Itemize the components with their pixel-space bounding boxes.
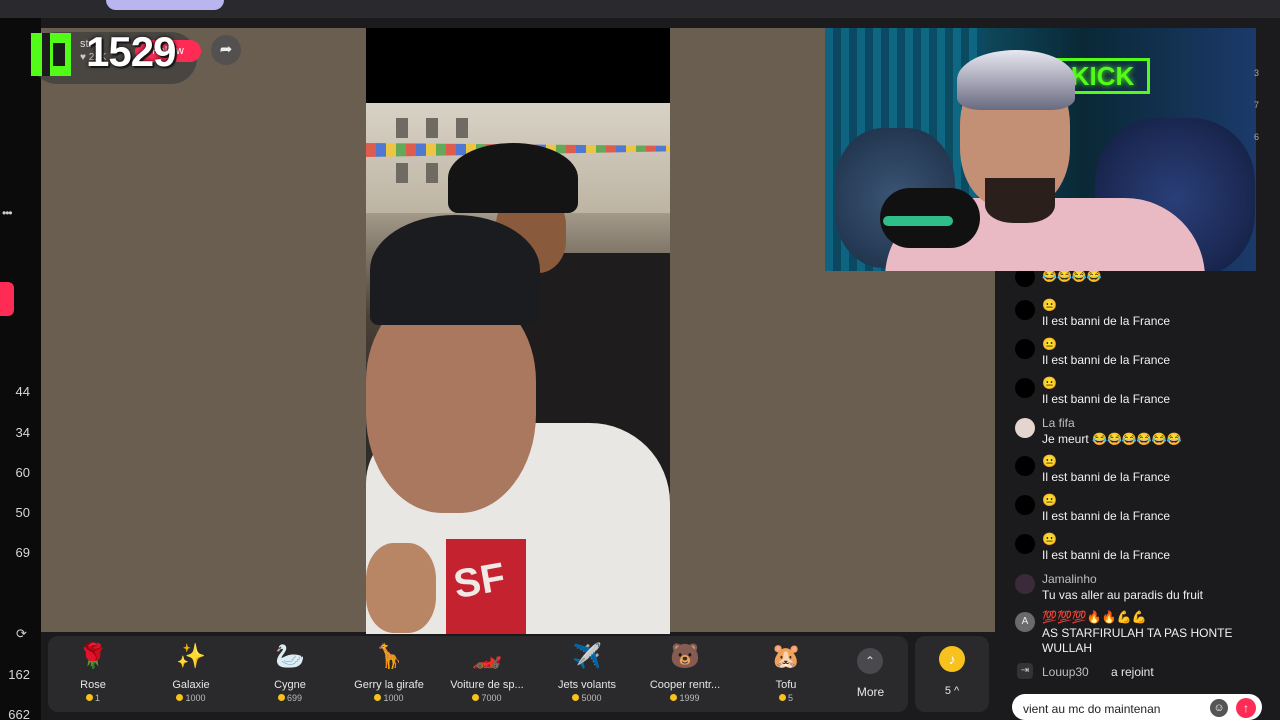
active-browser-tab[interactable] <box>106 0 224 10</box>
join-icon: ⇥ <box>1017 663 1033 679</box>
jets-gift-icon: ✈️ <box>572 643 602 670</box>
send-icon[interactable]: ↑ <box>1236 698 1256 718</box>
live-indicator-tab[interactable] <box>0 282 14 316</box>
emoji-icon[interactable]: ☺ <box>1210 699 1228 717</box>
cooper-gift-icon: 🐻 <box>670 643 700 670</box>
coin-balance: 5 ^ <box>944 685 960 697</box>
chat-panel: 😂😂😂😂 😐 Il est banni de la France 😐 Il es… <box>1005 271 1267 691</box>
refresh-icon[interactable]: ⟳ <box>16 626 27 642</box>
gift-voiture-de-sport[interactable]: 🏎️ Voiture de sp... 7000 <box>442 636 532 712</box>
join-username[interactable]: Louup30 <box>1042 665 1089 679</box>
chat-avatar[interactable] <box>1015 339 1035 359</box>
chat-avatar[interactable] <box>1015 534 1035 554</box>
rail-number: 662 <box>8 707 30 720</box>
share-icon[interactable]: ➦ <box>211 35 241 65</box>
gift-tofu[interactable]: 🐹 Tofu 5 <box>741 636 831 712</box>
rail-number: 69 <box>15 545 30 560</box>
giraffe-gift-icon: 🦒 <box>374 643 404 670</box>
chat-input[interactable]: vient au mc do maintenan ☺ ↑ <box>1012 694 1262 720</box>
rail-number: 50 <box>15 505 30 520</box>
stream-video[interactable]: SF <box>366 28 670 634</box>
rail-number: 162 <box>8 667 30 682</box>
chat-avatar[interactable] <box>1015 456 1035 476</box>
gift-rose[interactable]: 🌹 Rose 1 <box>48 636 138 712</box>
chevron-up-icon: ⌃ <box>857 648 883 674</box>
gift-gerry-la-girafe[interactable]: 🦒 Gerry la girafe 1000 <box>344 636 434 712</box>
gift-cygne[interactable]: 🦢 Cygne 699 <box>245 636 335 712</box>
chat-input-value: vient au mc do maintenan <box>1023 702 1161 716</box>
more-gifts-button[interactable]: ⌃ More <box>843 636 903 712</box>
gift-jets-volants[interactable]: ✈️ Jets volants 5000 <box>542 636 632 712</box>
rail-number: 44 <box>15 384 30 399</box>
galaxy-gift-icon: ✨ <box>176 643 206 670</box>
rail-number: 34 <box>15 425 30 440</box>
video-frame: SF <box>366 103 670 634</box>
left-rail: ••• 44 34 60 50 69 ⟳ 162 662 <box>0 18 41 720</box>
browser-top-strip <box>0 0 1280 18</box>
chat-avatar[interactable] <box>1015 418 1035 438</box>
gift-bar: 🌹 Rose 1 ✨ Galaxie 1000 🦢 Cygne 699 🦒 Ge… <box>48 636 908 712</box>
tiktok-coin-icon: ♪ <box>939 646 965 672</box>
kick-logo-icon <box>31 33 71 76</box>
more-options-icon[interactable]: ••• <box>2 206 13 220</box>
black-cap <box>370 215 540 325</box>
join-text: a rejoint <box>1111 665 1154 679</box>
chat-avatar[interactable] <box>1015 378 1035 398</box>
sports-car-gift-icon: 🏎️ <box>472 643 502 670</box>
rose-gift-icon: 🌹 <box>78 643 108 670</box>
gift-cooper[interactable]: 🐻 Cooper rentr... 1999 <box>640 636 730 712</box>
swan-gift-icon: 🦢 <box>275 643 305 670</box>
chat-avatar[interactable] <box>1015 495 1035 515</box>
chat-avatar[interactable] <box>1015 574 1035 594</box>
black-hat <box>448 143 578 213</box>
webcam-overlay: KICK <box>825 28 1256 271</box>
tofu-gift-icon: 🐹 <box>771 643 801 670</box>
viewer-count: 1529 <box>86 28 176 75</box>
join-notification: ⇥ Louup30 a rejoint <box>1005 660 1267 684</box>
coin-balance-button[interactable]: ♪ 5 ^ <box>915 636 989 712</box>
right-edge-numbers: 3 7 6 <box>1254 68 1260 142</box>
gift-galaxie[interactable]: ✨ Galaxie 1000 <box>146 636 236 712</box>
app-root: ••• 44 34 60 50 69 ⟳ 162 662 SF st...0 ♥… <box>0 0 1280 720</box>
chat-avatar[interactable] <box>1015 271 1035 287</box>
rail-number: 60 <box>15 465 30 480</box>
chat-avatar[interactable] <box>1015 300 1035 320</box>
chat-avatar[interactable]: A <box>1015 612 1035 632</box>
streamer-face <box>366 293 536 513</box>
